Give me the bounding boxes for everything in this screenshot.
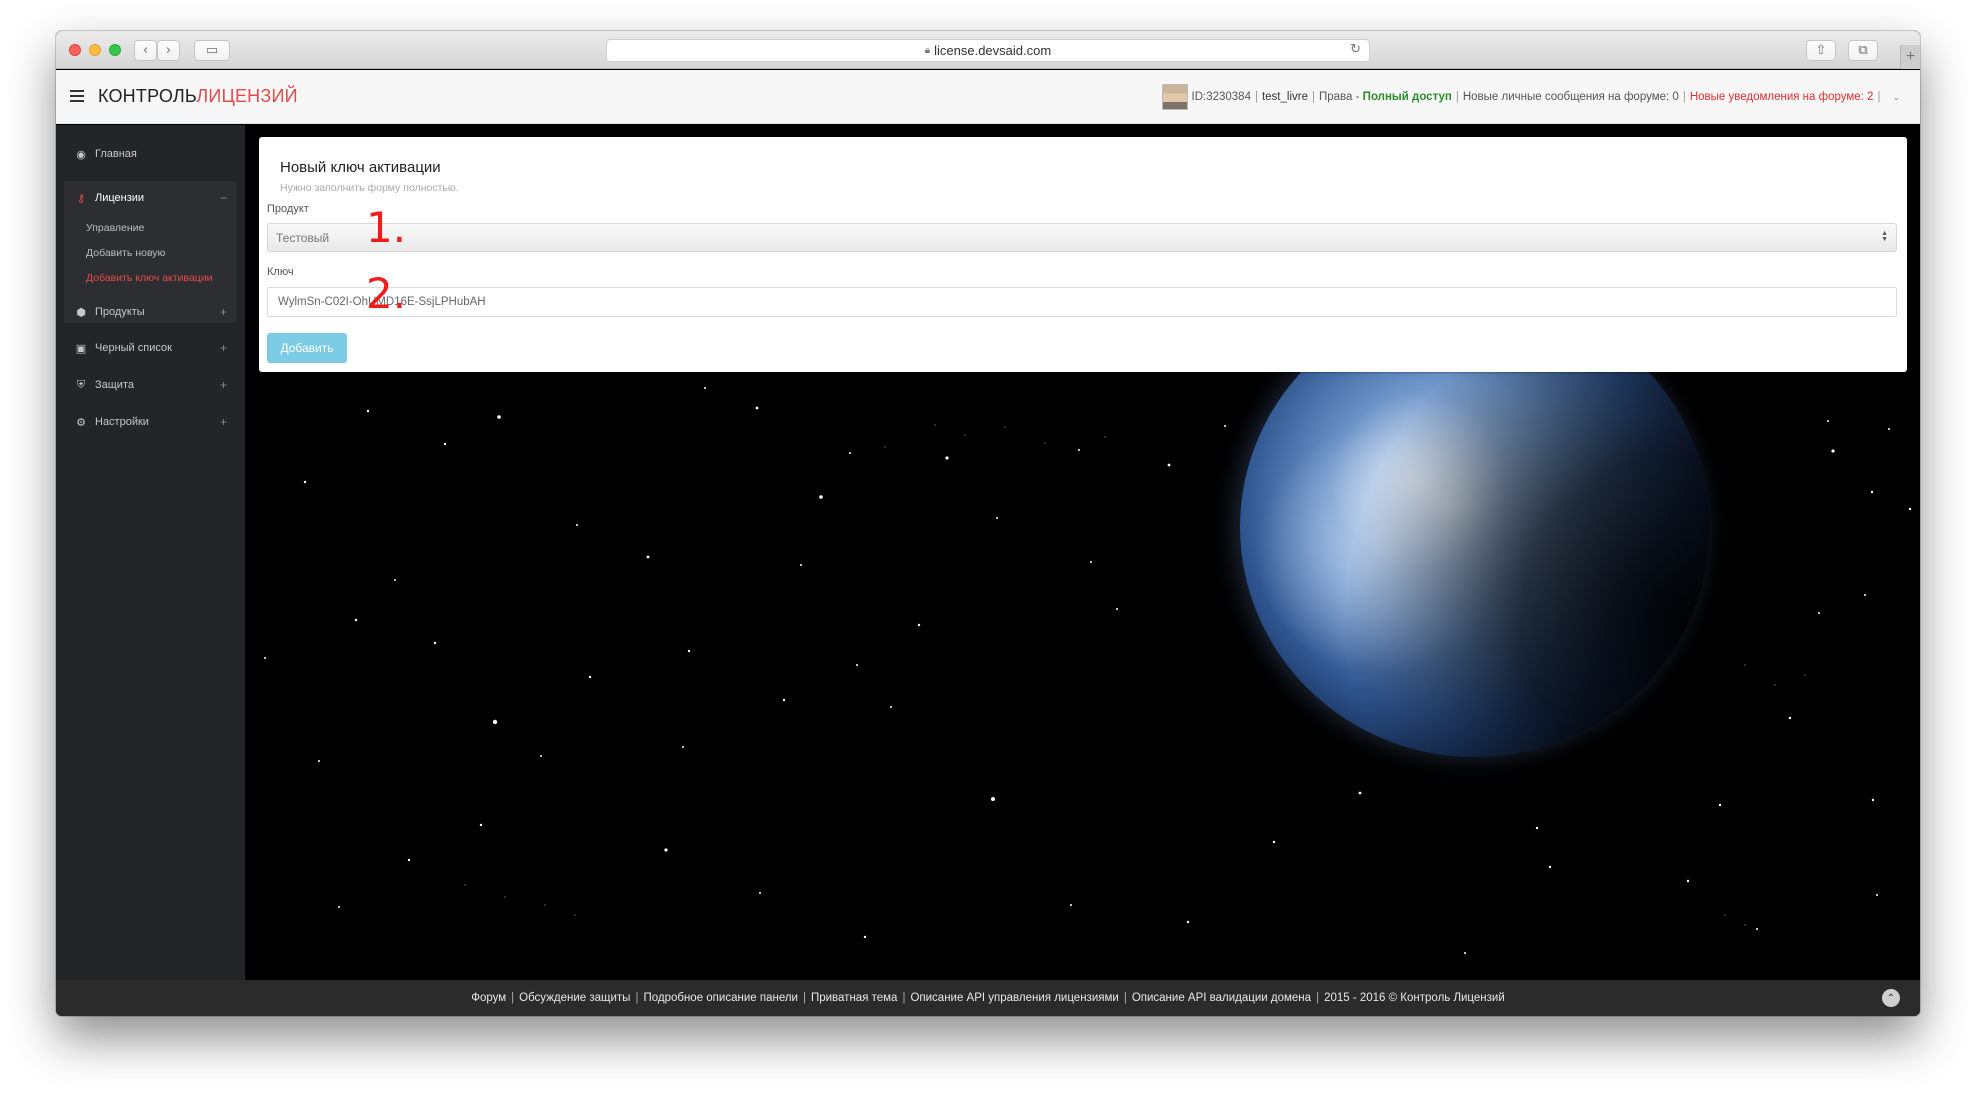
product-label: Продукт bbox=[267, 203, 309, 215]
separator: | bbox=[635, 992, 639, 1004]
lock-icon: 🔒︎ bbox=[924, 45, 931, 56]
key-label: Ключ bbox=[267, 266, 294, 278]
footer-copyright: 2015 - 2016 © Контроль Лицензий bbox=[1324, 992, 1505, 1004]
footer-link-license-api[interactable]: Описание API управления лицензиями bbox=[910, 992, 1118, 1004]
product-select[interactable]: Тестовый ▲ ▼ bbox=[267, 223, 1897, 252]
brand-logo[interactable]: КОНТРОЛЬЛИЦЕНЗИЙ bbox=[98, 86, 298, 107]
share-icon[interactable]: ⇧ bbox=[1806, 40, 1836, 61]
app-header: КОНТРОЛЬЛИЦЕНЗИЙ ID:3230384 | test_livre… bbox=[56, 70, 1920, 124]
rights-value: Полный доступ bbox=[1362, 91, 1452, 103]
product-select-value: Тестовый bbox=[276, 230, 330, 245]
separator: | bbox=[511, 992, 515, 1004]
sidebar-toggle-button[interactable]: ▭ bbox=[194, 40, 230, 61]
sidebar-item-label: Защита bbox=[95, 379, 134, 391]
select-arrows-icon: ▲ ▼ bbox=[1881, 230, 1888, 243]
new-tab-button[interactable]: + bbox=[1900, 45, 1920, 69]
separator: | bbox=[1312, 91, 1315, 103]
submenu-item-add-activation-key[interactable]: Добавить ключ активации bbox=[86, 272, 212, 284]
add-button[interactable]: Добавить bbox=[267, 333, 347, 363]
brand-part-1: КОНТРОЛЬ bbox=[98, 86, 197, 106]
separator: | bbox=[1254, 91, 1258, 103]
notifications-link[interactable]: Новые уведомления на форуме: 2 bbox=[1690, 91, 1874, 103]
key-input[interactable]: WylmSn-C02I-OhUMD16E-SsjLPHubAH bbox=[267, 287, 1897, 317]
sidebar-item-blacklist[interactable]: ▣ Черный список + bbox=[64, 333, 237, 363]
avatar[interactable] bbox=[1161, 84, 1188, 110]
user-id: ID:3230384 bbox=[1191, 91, 1251, 103]
tabs-icon[interactable]: ⧉ bbox=[1848, 40, 1878, 61]
separator: | bbox=[902, 992, 906, 1004]
url-text: license.devsaid.com bbox=[934, 43, 1052, 58]
page-title: Новый ключ активации bbox=[280, 159, 441, 176]
footer-link-panel-description[interactable]: Подробное описание панели bbox=[643, 992, 798, 1004]
shield-icon: ⛨ bbox=[76, 378, 86, 391]
lock-icon: ▣ bbox=[75, 341, 87, 355]
sidebar-item-settings[interactable]: ⚙ Настройки + bbox=[64, 407, 237, 437]
sidebar-item-products[interactable]: ⬢ Продукты + bbox=[64, 297, 237, 327]
sidebar-item-label: Главная bbox=[95, 148, 137, 160]
expand-icon: + bbox=[219, 341, 227, 355]
separator: | bbox=[1682, 91, 1686, 103]
dashboard-icon: ◉ bbox=[76, 147, 86, 161]
private-messages-link[interactable]: Новые личные сообщения на форуме: 0 bbox=[1463, 91, 1679, 103]
footer-link-private-topic[interactable]: Приватная тема bbox=[811, 992, 897, 1004]
key-icon: ⚷ bbox=[76, 191, 86, 205]
sidebar-item-home[interactable]: ◉ Главная bbox=[64, 139, 237, 169]
browser-window: ‹ › ▭ 🔒︎ license.devsaid.com ↻ ⇧ ⧉ + КОН… bbox=[56, 31, 1920, 1016]
address-bar[interactable]: 🔒︎ license.devsaid.com ↻ bbox=[606, 39, 1370, 62]
footer-link-protection-discussion[interactable]: Обсуждение защиты bbox=[519, 992, 630, 1004]
sidebar-item-label: Лицензии bbox=[95, 192, 145, 204]
minimize-icon[interactable] bbox=[89, 44, 101, 56]
scroll-top-icon[interactable]: ⌃ bbox=[1882, 989, 1900, 1007]
activation-key-form: Новый ключ активации Нужно заполнить фор… bbox=[259, 137, 1907, 372]
submenu-item-add-new[interactable]: Добавить новую bbox=[86, 247, 165, 259]
brand-part-2: ЛИЦЕНЗИЙ bbox=[196, 86, 298, 106]
separator: | bbox=[802, 992, 806, 1004]
sidebar-item-label: Черный список bbox=[95, 342, 172, 354]
submenu-item-manage[interactable]: Управление bbox=[86, 222, 144, 234]
sidebar-item-licenses[interactable]: ⚷ Лицензии − bbox=[64, 183, 237, 213]
separator: | bbox=[1455, 91, 1459, 103]
annotation-1: 1. bbox=[366, 203, 407, 252]
forward-button[interactable]: › bbox=[157, 40, 180, 61]
sidebar-item-label: Продукты bbox=[95, 306, 145, 318]
chevron-down-icon[interactable]: ⌄ bbox=[1892, 92, 1900, 103]
reload-icon[interactable]: ↻ bbox=[1350, 42, 1361, 57]
expand-icon: + bbox=[219, 415, 227, 429]
main-content: Новый ключ активации Нужно заполнить фор… bbox=[245, 125, 1920, 980]
sidebar: ◉ Главная ⚷ Лицензии − Управление Добави… bbox=[56, 125, 245, 980]
separator: | bbox=[1316, 992, 1320, 1004]
separator: | bbox=[1877, 91, 1881, 103]
sidebar-item-label: Настройки bbox=[95, 416, 149, 428]
menu-icon[interactable] bbox=[70, 90, 84, 102]
expand-icon: + bbox=[219, 305, 227, 319]
form-hint: Нужно заполнить форму полностью. bbox=[280, 182, 459, 194]
annotation-2: 2. bbox=[366, 269, 407, 318]
expand-icon: + bbox=[219, 378, 227, 392]
footer: Форум | Обсуждение защиты | Подробное оп… bbox=[56, 980, 1920, 1016]
cogs-icon: ⚙ bbox=[76, 415, 86, 429]
back-button[interactable]: ‹ bbox=[134, 40, 157, 61]
zoom-icon[interactable] bbox=[109, 44, 121, 56]
footer-link-forum[interactable]: Форум bbox=[471, 992, 506, 1004]
separator: | bbox=[1123, 992, 1127, 1004]
browser-titlebar: ‹ › ▭ 🔒︎ license.devsaid.com ↻ ⇧ ⧉ + bbox=[56, 31, 1920, 69]
user-bar: ID:3230384 | test_livre | Права - Полный… bbox=[1161, 70, 1900, 124]
username[interactable]: test_livre bbox=[1262, 91, 1308, 103]
tags-icon: ⬢ bbox=[76, 305, 86, 319]
rights-label: Права - bbox=[1319, 91, 1360, 103]
close-icon[interactable] bbox=[69, 44, 81, 56]
sidebar-item-protection[interactable]: ⛨ Защита + bbox=[64, 370, 237, 400]
collapse-icon: − bbox=[219, 191, 227, 205]
footer-link-domain-api[interactable]: Описание API валидации домена bbox=[1132, 992, 1311, 1004]
